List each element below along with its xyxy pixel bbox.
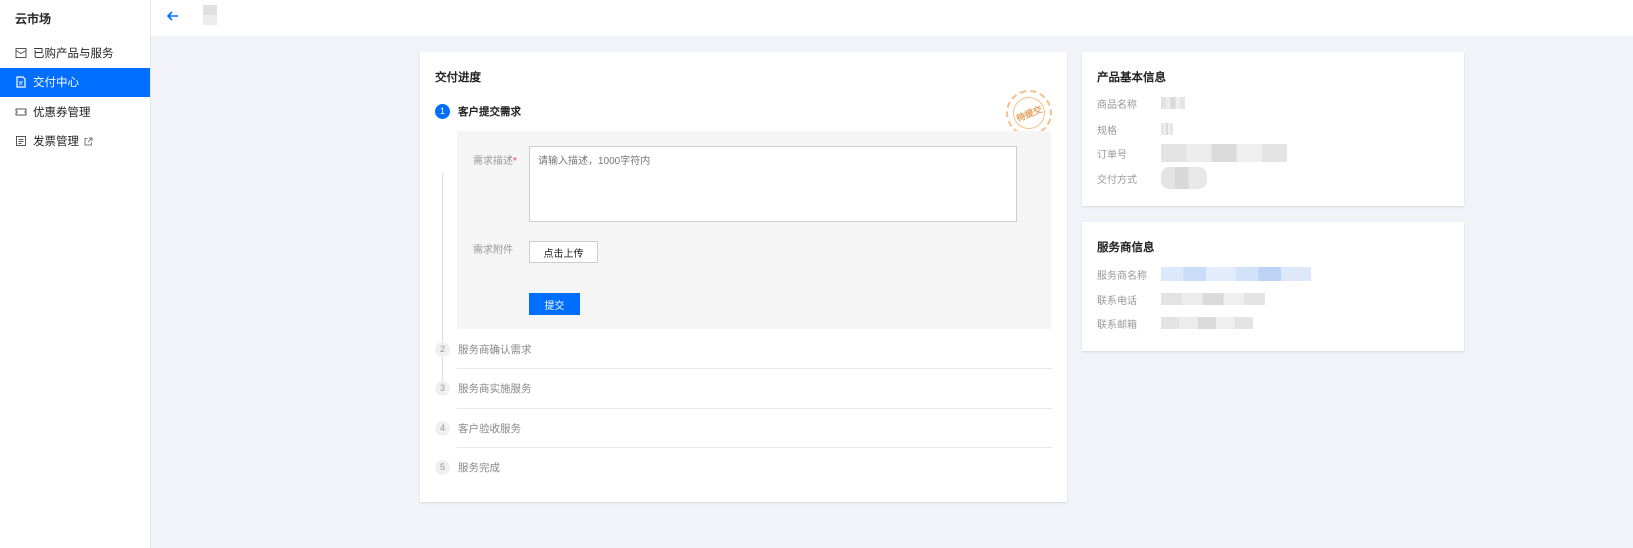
redacted-value: [1161, 97, 1185, 109]
phone-row: 联系电话: [1097, 292, 1265, 307]
step-number: 4: [435, 420, 450, 436]
step-label: 客户提交需求: [458, 105, 521, 118]
step-number: 1: [435, 103, 450, 119]
redacted-value: [1161, 144, 1287, 162]
product-info-card: 产品基本信息 商品名称 规格 订单号 交付方式: [1082, 52, 1464, 206]
requirement-description-input[interactable]: [529, 146, 1017, 222]
external-link-icon: [84, 137, 93, 146]
order-number-row: 订单号: [1097, 144, 1287, 162]
upload-button[interactable]: 点击上传: [529, 241, 598, 263]
email-row: 联系邮箱: [1097, 316, 1253, 331]
submit-button[interactable]: 提交: [529, 293, 580, 315]
sidebar-item-label: 发票管理: [33, 136, 79, 149]
redacted-value: [1161, 317, 1253, 329]
delivery-progress-card: 交付进度 待提交 1 客户提交需求 需求描述* 需求附件 点击上传 提交 2 服…: [420, 52, 1067, 502]
step-3[interactable]: 3 服务商实施服务: [435, 368, 1052, 408]
info-label: 交付方式: [1097, 174, 1137, 186]
document-icon: [15, 76, 27, 88]
product-info-title: 产品基本信息: [1097, 72, 1166, 84]
sidebar-title: 云市场: [15, 12, 52, 26]
sidebar-item-invoices[interactable]: 发票管理: [0, 127, 150, 157]
info-label: 服务商名称: [1097, 270, 1147, 282]
vendor-name-row: 服务商名称: [1097, 267, 1311, 282]
back-button[interactable]: [165, 8, 181, 24]
redacted-value: [1161, 167, 1207, 189]
spec-row: 规格: [1097, 122, 1173, 137]
info-label: 联系邮箱: [1097, 319, 1137, 331]
sidebar-item-coupons[interactable]: 优惠券管理: [0, 97, 150, 127]
requirement-form: 需求描述* 需求附件 点击上传 提交: [457, 131, 1051, 329]
box-icon: [15, 47, 27, 59]
step-1[interactable]: 1 客户提交需求: [435, 91, 1052, 131]
redacted-value[interactable]: [1161, 267, 1311, 281]
desc-label-text: 需求描述: [473, 156, 513, 167]
top-bar: [151, 0, 1633, 36]
step-label: 客户验收服务: [458, 422, 521, 435]
step-2[interactable]: 2 服务商确认需求: [435, 329, 1052, 369]
sidebar-item-label: 优惠券管理: [33, 106, 91, 119]
step-5[interactable]: 5 服务完成: [435, 447, 1052, 487]
vendor-info-card: 服务商信息 服务商名称 联系电话 联系邮箱: [1082, 222, 1464, 351]
ticket-icon: [15, 106, 27, 118]
page-title-redacted: [203, 5, 217, 25]
redacted-value: [1161, 123, 1173, 135]
sidebar-item-label: 交付中心: [33, 77, 79, 90]
redacted-value: [1161, 293, 1265, 305]
info-label: 商品名称: [1097, 99, 1137, 111]
invoice-icon: [15, 135, 27, 147]
progress-title: 交付进度: [435, 72, 481, 84]
required-mark: *: [513, 156, 517, 167]
desc-label: 需求描述*: [473, 152, 517, 167]
product-name-row: 商品名称: [1097, 96, 1185, 111]
arrow-left-icon: [166, 11, 178, 21]
sidebar-item-label: 已购产品与服务: [33, 47, 114, 60]
delivery-method-row: 交付方式: [1097, 167, 1207, 189]
sidebar: 云市场 已购产品与服务 交付中心 优惠券管理 发票管理: [0, 0, 151, 548]
sidebar-item-purchased[interactable]: 已购产品与服务: [0, 38, 150, 68]
attach-label: 需求附件: [473, 245, 513, 256]
step-number: 3: [435, 380, 450, 396]
step-label: 服务完成: [458, 461, 500, 474]
step-label: 服务商实施服务: [458, 382, 532, 395]
step-label: 服务商确认需求: [458, 343, 532, 356]
step-number: 2: [435, 341, 450, 357]
info-label: 联系电话: [1097, 295, 1137, 307]
vendor-info-title: 服务商信息: [1097, 242, 1155, 254]
sidebar-item-delivery-center[interactable]: 交付中心: [0, 67, 150, 97]
info-label: 规格: [1097, 125, 1117, 137]
step-number: 5: [435, 459, 450, 475]
step-4[interactable]: 4 客户验收服务: [435, 408, 1052, 448]
info-label: 订单号: [1097, 149, 1127, 161]
